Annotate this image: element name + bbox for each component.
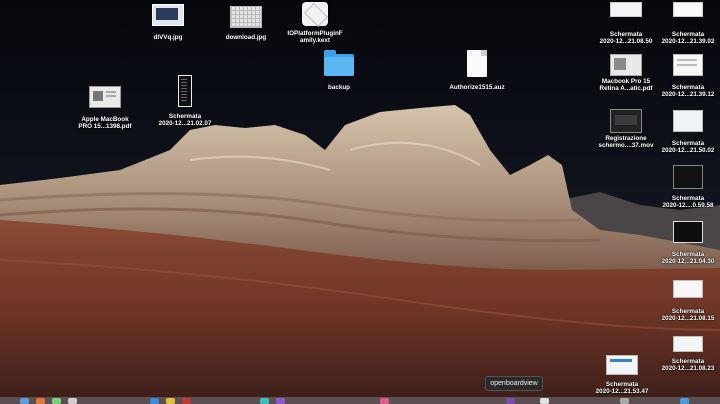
desktop-item-registrazione[interactable]: Registrazione schermo....37.mov <box>596 109 656 149</box>
desktop-item-schermata-2108-50[interactable]: Schermata 2020-12...21.08.50 <box>596 2 656 45</box>
pdf-document-icon <box>89 86 121 108</box>
keyboard-image-icon <box>230 6 262 28</box>
desktop-item-apple-pdf[interactable]: Apple MacBook PRO 15...1398.pdf <box>76 86 134 130</box>
desktop-item-ioplatform[interactable]: IOPlatformPluginF amily.kext <box>284 2 346 44</box>
screenshot-thumbnail-icon <box>178 75 192 107</box>
dock-app-icon[interactable] <box>620 398 629 404</box>
desktop-item-divvq[interactable]: dIVVq.jpg <box>148 4 188 41</box>
desktop-item-schermata-2139-02[interactable]: Schermata 2020-12...21.39.02 <box>658 2 718 45</box>
desktop-item-schermata-2108-23[interactable]: Schermata 2020-12...21.08.23 <box>658 336 718 372</box>
dock-app-icon[interactable] <box>150 398 159 404</box>
file-label: Schermata 2020-12....0.59.58 <box>662 195 714 210</box>
file-label: Schermata 2020-12...21.39.12 <box>661 84 715 99</box>
screenshot-thumbnail-icon <box>673 280 703 298</box>
dock-app-icon[interactable] <box>380 398 389 404</box>
screenshot-thumbnail-icon <box>610 2 642 17</box>
pdf-document-icon <box>610 54 642 76</box>
dock[interactable] <box>0 397 720 404</box>
dock-tooltip: openboardview <box>485 376 543 391</box>
video-thumbnail-icon <box>610 109 642 133</box>
desktop-item-schermata-0059-58[interactable]: Schermata 2020-12....0.59.58 <box>658 165 718 209</box>
dock-app-icon[interactable] <box>260 398 269 404</box>
screenshot-thumbnail-icon <box>673 54 703 76</box>
desktop-item-schermata-2153-47[interactable]: Schermata 2020-12...21.53.47 <box>592 355 652 395</box>
file-label: Authorize1515.auz <box>449 84 505 91</box>
desktop-item-schermata-left[interactable]: Schermata 2020-12...21.02.07 <box>154 75 216 127</box>
dock-app-icon[interactable] <box>36 398 45 404</box>
kext-package-icon <box>302 2 329 28</box>
file-label: IOPlatformPluginF amily.kext <box>287 30 343 45</box>
desktop-item-schermata-2150-02[interactable]: Schermata 2020-12...21.50.02 <box>658 110 718 154</box>
dock-app-icon[interactable] <box>68 398 77 404</box>
file-label: Schermata 2020-12...21.08.50 <box>599 31 653 46</box>
file-label: backup <box>327 84 351 91</box>
file-label: Registrazione schermo....37.mov <box>598 135 654 150</box>
file-label: Schermata 2020-12...21.50.02 <box>661 140 715 155</box>
file-label: dIVVq.jpg <box>153 34 183 41</box>
dock-app-icon[interactable] <box>540 398 549 404</box>
screenshot-thumbnail-icon <box>673 110 703 132</box>
desktop-item-authorize[interactable]: Authorize1515.auz <box>446 50 508 91</box>
screenshot-thumbnail-icon <box>673 2 703 17</box>
desktop-item-download[interactable]: download.jpg <box>222 6 270 41</box>
folder-icon <box>324 50 354 76</box>
desktop[interactable]: dIVVq.jpg download.jpg IOPlatformPluginF… <box>0 0 720 404</box>
screenshot-thumbnail-icon <box>673 336 703 352</box>
screenshot-thumbnail-icon <box>152 4 184 26</box>
desktop-item-schermata-2108-15[interactable]: Schermata 2020-12...21.08.15 <box>658 280 718 322</box>
dock-app-icon[interactable] <box>680 398 689 404</box>
file-label: download.jpg <box>225 34 267 41</box>
dock-app-icon[interactable] <box>52 398 61 404</box>
dock-app-icon[interactable] <box>506 398 515 404</box>
file-label: Schermata 2020-12...21.39.02 <box>661 31 715 46</box>
file-label: Schermata 2020-12...21.02.07 <box>158 113 212 128</box>
file-label: Schermata 2020-12...21.53.47 <box>595 381 649 396</box>
file-label: Schermata 2020-12...21.08.15 <box>661 308 715 323</box>
file-label: Schermata 2020-12...21.04.30 <box>661 251 715 266</box>
desktop-item-macbook-pdf[interactable]: Macbook Pro 15 Retina A...atic.pdf <box>596 54 656 92</box>
desktop-item-schermata-2139-12[interactable]: Schermata 2020-12...21.39.12 <box>658 54 718 98</box>
desktop-item-backup[interactable]: backup <box>318 50 360 91</box>
file-label: Apple MacBook PRO 15...1398.pdf <box>78 116 132 131</box>
dock-app-icon[interactable] <box>276 398 285 404</box>
file-label: Schermata 2020-12...21.08.23 <box>661 358 715 373</box>
file-label: Macbook Pro 15 Retina A...atic.pdf <box>599 78 653 93</box>
dock-app-icon[interactable] <box>182 398 191 404</box>
screenshot-thumbnail-icon <box>673 221 703 243</box>
document-icon <box>467 50 487 77</box>
screenshot-thumbnail-icon <box>673 165 703 189</box>
dock-app-icon[interactable] <box>166 398 175 404</box>
dock-app-icon[interactable] <box>20 398 29 404</box>
desktop-item-schermata-2104-30[interactable]: Schermata 2020-12...21.04.30 <box>658 221 718 265</box>
screenshot-thumbnail-icon <box>606 355 638 375</box>
